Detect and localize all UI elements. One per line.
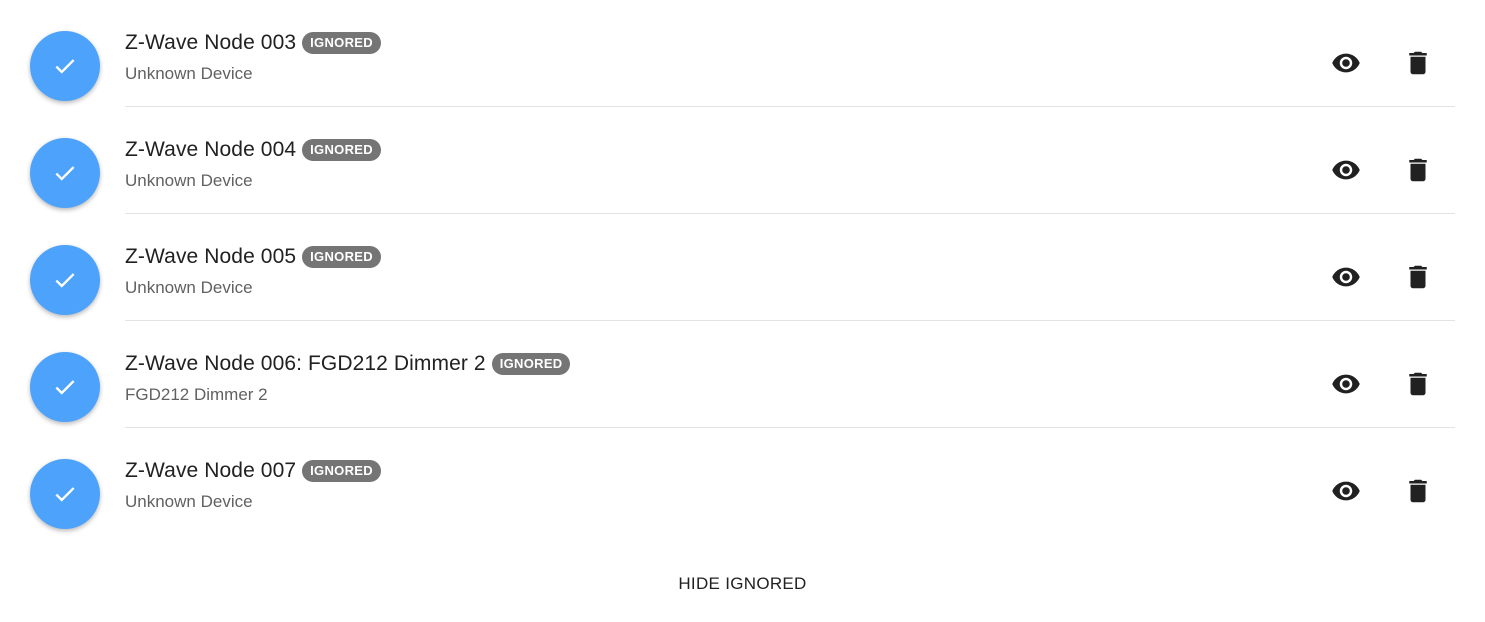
ignored-devices-list: Z-Wave Node 003 IGNORED Unknown Device Z… bbox=[0, 0, 1485, 535]
delete-button[interactable] bbox=[1400, 473, 1436, 509]
item-title: Z-Wave Node 006: FGD212 Dimmer 2 bbox=[125, 352, 486, 375]
trash-icon bbox=[1409, 372, 1427, 396]
item-title-line: Z-Wave Node 006: FGD212 Dimmer 2 IGNORED bbox=[125, 350, 571, 378]
status-avatar bbox=[30, 459, 100, 529]
status-avatar bbox=[30, 352, 100, 422]
ignored-badge: IGNORED bbox=[302, 460, 381, 482]
list-item: Z-Wave Node 007 IGNORED Unknown Device bbox=[0, 428, 1485, 535]
trash-icon bbox=[1409, 51, 1427, 75]
status-avatar bbox=[30, 138, 100, 208]
delete-button[interactable] bbox=[1400, 152, 1436, 188]
list-item: Z-Wave Node 003 IGNORED Unknown Device bbox=[0, 0, 1485, 107]
check-icon bbox=[55, 380, 75, 395]
eye-icon bbox=[1332, 53, 1360, 73]
ignored-badge: IGNORED bbox=[491, 353, 571, 375]
eye-icon bbox=[1332, 160, 1360, 180]
hide-ignored-button[interactable]: HIDE IGNORED bbox=[0, 574, 1485, 594]
check-icon bbox=[55, 273, 75, 288]
list-item: Z-Wave Node 006: FGD212 Dimmer 2 IGNORED… bbox=[0, 321, 1485, 428]
status-avatar bbox=[30, 31, 100, 101]
item-subtitle: Unknown Device bbox=[125, 278, 253, 297]
trash-icon bbox=[1409, 158, 1427, 182]
check-icon bbox=[55, 487, 75, 502]
item-title-line: Z-Wave Node 004 IGNORED bbox=[125, 136, 381, 164]
item-subtitle: Unknown Device bbox=[125, 171, 253, 190]
ignored-badge: IGNORED bbox=[302, 246, 381, 268]
ignored-badge: IGNORED bbox=[302, 32, 381, 54]
show-button[interactable] bbox=[1328, 259, 1364, 295]
item-title: Z-Wave Node 005 bbox=[125, 245, 297, 268]
item-title-line: Z-Wave Node 005 IGNORED bbox=[125, 243, 381, 271]
item-title: Z-Wave Node 003 bbox=[125, 31, 297, 54]
eye-icon bbox=[1332, 374, 1360, 394]
trash-icon bbox=[1409, 479, 1427, 503]
trash-icon bbox=[1409, 265, 1427, 289]
item-title: Z-Wave Node 007 bbox=[125, 459, 297, 482]
ignored-badge: IGNORED bbox=[302, 139, 381, 161]
status-avatar bbox=[30, 245, 100, 315]
item-title: Z-Wave Node 004 bbox=[125, 138, 297, 161]
list-item: Z-Wave Node 004 IGNORED Unknown Device bbox=[0, 107, 1485, 214]
eye-icon bbox=[1332, 267, 1360, 287]
show-button[interactable] bbox=[1328, 366, 1364, 402]
item-subtitle: FGD212 Dimmer 2 bbox=[125, 385, 268, 404]
check-icon bbox=[55, 166, 75, 181]
delete-button[interactable] bbox=[1400, 259, 1436, 295]
eye-icon bbox=[1332, 481, 1360, 501]
delete-button[interactable] bbox=[1400, 366, 1436, 402]
list-item: Z-Wave Node 005 IGNORED Unknown Device bbox=[0, 214, 1485, 321]
item-subtitle: Unknown Device bbox=[125, 492, 253, 511]
show-button[interactable] bbox=[1328, 45, 1364, 81]
show-button[interactable] bbox=[1328, 473, 1364, 509]
item-title-line: Z-Wave Node 003 IGNORED bbox=[125, 29, 381, 57]
show-button[interactable] bbox=[1328, 152, 1364, 188]
delete-button[interactable] bbox=[1400, 45, 1436, 81]
item-title-line: Z-Wave Node 007 IGNORED bbox=[125, 457, 381, 485]
check-icon bbox=[55, 59, 75, 74]
item-subtitle: Unknown Device bbox=[125, 64, 253, 83]
